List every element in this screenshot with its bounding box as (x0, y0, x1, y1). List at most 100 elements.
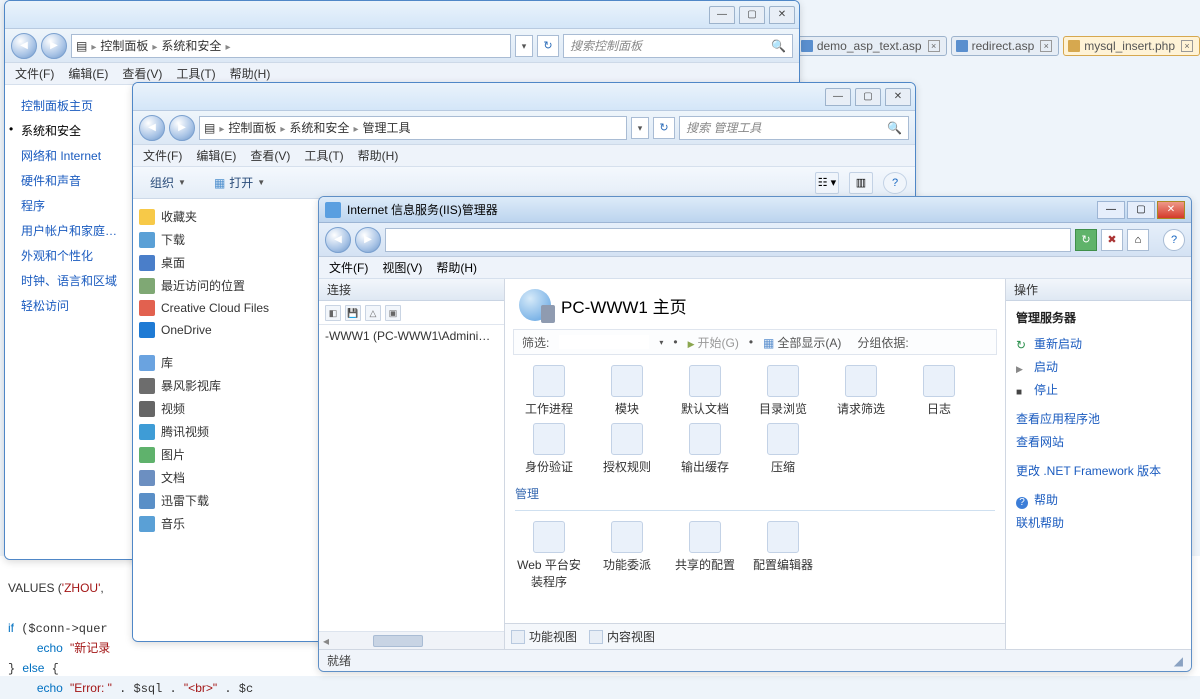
refresh-icon[interactable]: ▣ (385, 305, 401, 321)
forward-button[interactable] (355, 227, 381, 253)
minimize-button[interactable]: — (1097, 201, 1125, 219)
open-button[interactable]: ▦打开▼ (205, 171, 274, 194)
resize-grip-icon[interactable]: ◢ (1174, 654, 1183, 668)
tree-libraries[interactable]: 库 (137, 351, 318, 374)
breadcrumb-dropdown[interactable]: ▾ (631, 117, 649, 139)
breadcrumb[interactable]: ▤ 控制面板 系统和安全 管理工具 (199, 116, 627, 140)
action-stop[interactable]: 停止 (1016, 378, 1181, 401)
refresh-button[interactable]: ↻ (537, 35, 559, 57)
menu-help[interactable]: 帮助(H) (436, 259, 477, 276)
action-help[interactable]: 帮助 (1016, 488, 1181, 511)
feature-item[interactable]: 输出缓存 (671, 423, 739, 475)
action-online-help[interactable]: 联机帮助 (1016, 511, 1181, 534)
back-button[interactable] (139, 115, 165, 141)
forward-button[interactable] (169, 115, 195, 141)
sites-icon[interactable]: △ (365, 305, 381, 321)
tree-favorites[interactable]: 收藏夹 (137, 205, 318, 228)
feature-item[interactable]: 工作进程 (515, 365, 583, 417)
tab-close-icon[interactable]: × (1181, 40, 1193, 52)
search-input[interactable]: 搜索控制面板 🔍 (563, 34, 793, 58)
tree-item[interactable]: 腾讯视频 (137, 420, 318, 443)
showall-button[interactable]: 全部显示(A) (763, 334, 841, 351)
menu-view[interactable]: 查看(V) (122, 65, 162, 82)
tree-item[interactable]: OneDrive (137, 319, 318, 341)
organize-button[interactable]: 组织▼ (141, 171, 195, 194)
menu-edit[interactable]: 编辑(E) (196, 147, 236, 164)
feature-item[interactable]: 配置编辑器 (749, 521, 817, 590)
breadcrumb-dropdown[interactable]: ▾ (515, 35, 533, 57)
explorer-tree[interactable]: 收藏夹 下载 桌面 最近访问的位置 Creative Cloud Files O… (133, 199, 323, 641)
feature-item[interactable]: 授权规则 (593, 423, 661, 475)
titlebar[interactable]: Internet 信息服务(IIS)管理器 — ▢ ✕ (319, 197, 1191, 223)
menu-tools[interactable]: 工具(T) (304, 147, 343, 164)
refresh-button[interactable]: ↻ (653, 117, 675, 139)
menu-file[interactable]: 文件(F) (15, 65, 54, 82)
back-button[interactable] (325, 227, 351, 253)
horizontal-scrollbar[interactable]: ◂ (319, 631, 504, 649)
titlebar[interactable]: — ▢ ✕ (133, 83, 915, 111)
feature-item[interactable]: 目录浏览 (749, 365, 817, 417)
home-button[interactable]: ⌂ (1127, 229, 1149, 251)
menu-file[interactable]: 文件(F) (143, 147, 182, 164)
maximize-button[interactable]: ▢ (855, 88, 881, 106)
go-button[interactable]: ↻ (1075, 229, 1097, 251)
feature-item[interactable]: 默认文档 (671, 365, 739, 417)
search-input[interactable]: 搜索 管理工具 🔍 (679, 116, 909, 140)
editor-tab[interactable]: demo_asp_text.asp× (796, 36, 947, 56)
titlebar[interactable]: — ▢ ✕ (5, 1, 799, 29)
tab-content-view[interactable]: 内容视图 (589, 628, 655, 645)
tree-item[interactable]: 文档 (137, 466, 318, 489)
close-button[interactable]: ✕ (1157, 201, 1185, 219)
tab-close-icon[interactable]: × (928, 40, 940, 52)
minimize-button[interactable]: — (709, 6, 735, 24)
tab-close-icon[interactable]: × (1040, 40, 1052, 52)
tree-item[interactable]: 迅雷下载 (137, 489, 318, 512)
feature-item[interactable]: 日志 (905, 365, 973, 417)
menu-help[interactable]: 帮助(H) (230, 65, 271, 82)
tree-item[interactable]: 桌面 (137, 251, 318, 274)
save-icon[interactable]: 💾 (345, 305, 361, 321)
tree-item[interactable]: 图片 (137, 443, 318, 466)
help-button[interactable]: ? (1163, 229, 1185, 251)
feature-item[interactable]: 共享的配置 (671, 521, 739, 590)
feature-item[interactable]: 请求筛选 (827, 365, 895, 417)
feature-item[interactable]: Web 平台安装程序 (515, 521, 583, 590)
action-restart[interactable]: 重新启动 (1016, 332, 1181, 355)
filter-input[interactable] (559, 335, 649, 349)
connect-icon[interactable]: ◧ (325, 305, 341, 321)
action-start[interactable]: 启动 (1016, 355, 1181, 378)
help-button[interactable]: ? (883, 172, 907, 194)
stop-nav-button[interactable]: ✖ (1101, 229, 1123, 251)
tree-item[interactable]: 视频 (137, 397, 318, 420)
address-input[interactable] (385, 228, 1071, 252)
editor-tab[interactable]: redirect.asp× (951, 36, 1060, 56)
feature-item[interactable]: 压缩 (749, 423, 817, 475)
tree-item[interactable]: Creative Cloud Files (137, 297, 318, 319)
minimize-button[interactable]: — (825, 88, 851, 106)
menu-tools[interactable]: 工具(T) (176, 65, 215, 82)
tree-server-node[interactable]: -WWW1 (PC-WWW1\Admini… (319, 325, 504, 347)
filter-dropdown[interactable]: ▾ (659, 338, 663, 347)
close-button[interactable]: ✕ (885, 88, 911, 106)
menu-help[interactable]: 帮助(H) (358, 147, 399, 164)
menu-file[interactable]: 文件(F) (329, 259, 368, 276)
preview-pane-button[interactable]: ▥ (849, 172, 873, 194)
go-button[interactable]: 开始(G) (688, 334, 739, 351)
tree-item[interactable]: 音乐 (137, 512, 318, 535)
back-button[interactable] (11, 33, 37, 59)
menu-edit[interactable]: 编辑(E) (68, 65, 108, 82)
tab-features-view[interactable]: 功能视图 (511, 628, 577, 645)
action-netfx[interactable]: 更改 .NET Framework 版本 (1016, 459, 1181, 482)
view-mode-button[interactable]: ☷ ▾ (815, 172, 839, 194)
maximize-button[interactable]: ▢ (739, 6, 765, 24)
action-sites[interactable]: 查看网站 (1016, 430, 1181, 453)
tree-item[interactable]: 下载 (137, 228, 318, 251)
feature-item[interactable]: 身份验证 (515, 423, 583, 475)
maximize-button[interactable]: ▢ (1127, 201, 1155, 219)
tree-item[interactable]: 暴风影视库 (137, 374, 318, 397)
editor-tab-active[interactable]: mysql_insert.php× (1063, 36, 1200, 56)
breadcrumb[interactable]: ▤ 控制面板 系统和安全 (71, 34, 511, 58)
menu-view[interactable]: 查看(V) (250, 147, 290, 164)
menu-view[interactable]: 视图(V) (382, 259, 422, 276)
feature-item[interactable]: 功能委派 (593, 521, 661, 590)
